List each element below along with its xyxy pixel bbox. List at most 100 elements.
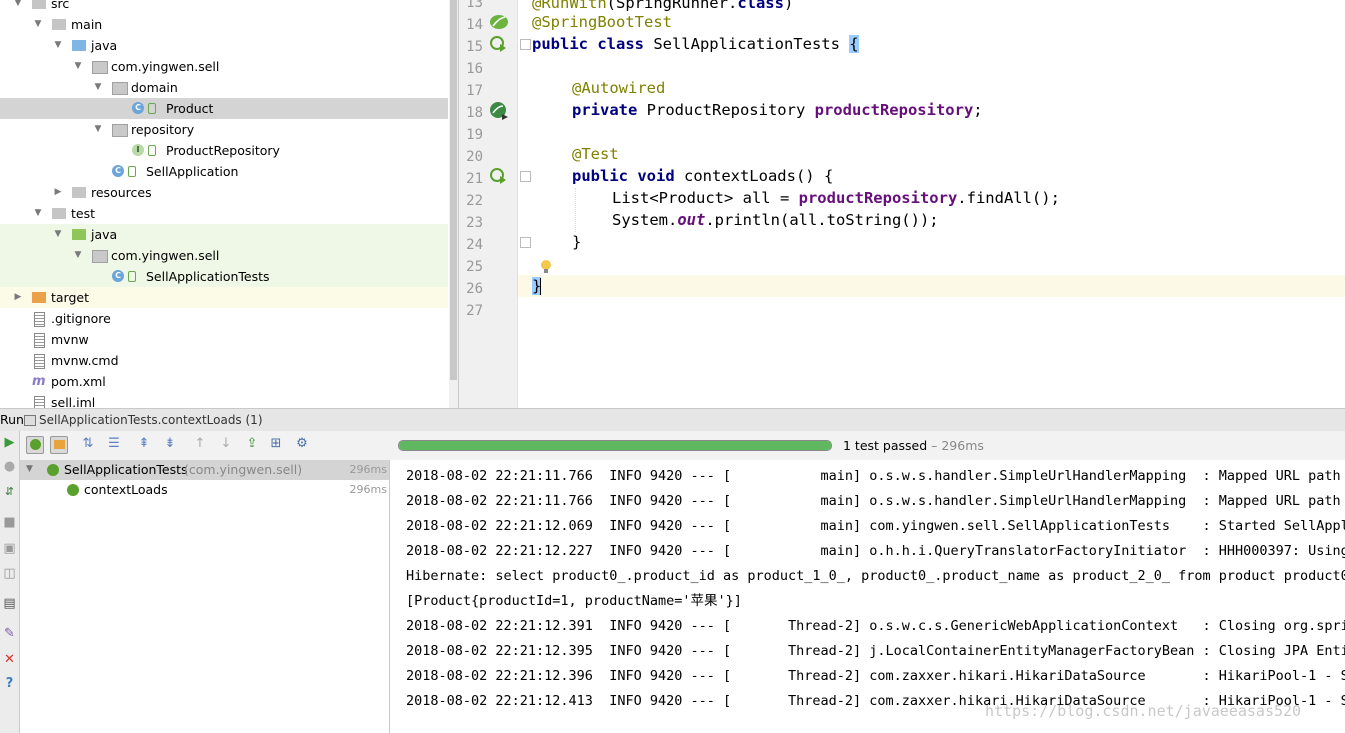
run-test-icon[interactable] (489, 35, 507, 53)
test-progress-bar (398, 440, 832, 451)
line-number: 27 (466, 303, 483, 319)
pin-icon[interactable]: ✎ (0, 626, 19, 641)
pause-icon[interactable]: ■ (0, 515, 19, 530)
test-suite-time: 296ms (349, 463, 387, 476)
test-case-row[interactable]: contextLoads 296ms (20, 480, 389, 500)
spring-leaf-icon[interactable] (488, 12, 510, 32)
tree-item-product[interactable]: C Product (0, 98, 448, 119)
code-line-21[interactable]: public void contextLoads() { (572, 165, 833, 187)
tree-item-repository[interactable]: ▼ repository (0, 119, 448, 140)
chevron-down-icon[interactable]: ▼ (52, 35, 64, 56)
fold-marker[interactable] (520, 39, 531, 50)
tree-item-main[interactable]: ▼ main (0, 14, 448, 35)
autowired-bean-icon[interactable] (488, 100, 510, 120)
tree-item-label: mvnw (51, 332, 89, 347)
layout-icon[interactable]: ▤ (0, 596, 19, 611)
sort-alpha-icon[interactable]: ⇅ (80, 436, 96, 452)
show-ignored-icon[interactable] (50, 436, 68, 454)
export-icon[interactable]: ◫ (0, 566, 19, 581)
code-line-24[interactable]: } (572, 231, 581, 253)
camera-icon[interactable]: ▣ (0, 541, 19, 556)
tree-item-label: pom.xml (51, 374, 106, 389)
console-line: Hibernate: select product0_.product_id a… (406, 568, 1345, 584)
test-case-time: 296ms (349, 483, 387, 496)
run-tab-header: Run SellApplicationTests.contextLoads (1… (0, 408, 1345, 432)
chevron-down-icon[interactable]: ▼ (72, 245, 84, 266)
tree-item-java[interactable]: ▼ java (0, 224, 448, 245)
chevron-right-icon[interactable]: ▶ (52, 182, 64, 203)
code-line-23[interactable]: System.out.println(all.toString()); (612, 209, 939, 231)
tree-item-label: sell.iml (51, 395, 96, 408)
tree-item-target[interactable]: ▶ target (0, 287, 448, 308)
chevron-down-icon[interactable]: ▼ (72, 56, 84, 77)
tree-item-mvnw-cmd[interactable]: mvnw.cmd (0, 350, 448, 371)
tree-item--gitignore[interactable]: .gitignore (0, 308, 448, 329)
code-line-22[interactable]: List<Product> all = productRepository.fi… (612, 187, 1060, 209)
tree-item-label: .gitignore (51, 311, 111, 326)
tree-item-src[interactable]: ▼ src (0, 0, 448, 14)
line-number: 23 (466, 215, 483, 231)
collapse-all-icon[interactable]: ⇟ (162, 436, 178, 452)
tree-item-label: domain (131, 80, 178, 95)
scrollbar-thumb[interactable] (450, 0, 457, 380)
tree-item-java[interactable]: ▼ java (0, 35, 448, 56)
help-icon[interactable]: ? (0, 676, 19, 691)
console-line: 2018-08-02 22:21:12.395 INFO 9420 --- [ … (406, 643, 1345, 659)
test-status-text: 1 test passed (843, 438, 928, 453)
tree-item-sell-iml[interactable]: sell.iml (0, 392, 448, 408)
import-results-icon[interactable]: ⊞ (268, 436, 284, 452)
tree-item-sellapplication[interactable]: C SellApplication (0, 161, 448, 182)
show-passed-icon[interactable] (26, 436, 44, 454)
fold-marker[interactable] (520, 237, 531, 248)
close-icon[interactable]: ✕ (0, 652, 19, 667)
test-suite-package: (com.yingwen.sell) (184, 462, 303, 477)
tree-item-test[interactable]: ▼ test (0, 203, 448, 224)
code-line-14[interactable]: @SpringBootTest (532, 11, 672, 33)
code-line-17[interactable]: @Autowired (572, 77, 665, 99)
tree-item-sellapplicationtests[interactable]: C SellApplicationTests (0, 266, 448, 287)
tree-item-pom-xml[interactable]: m pom.xml (0, 371, 448, 392)
access-icon (148, 145, 156, 156)
stop-icon[interactable]: ● (0, 459, 19, 474)
package-icon (112, 124, 128, 137)
line-number: 14 (466, 17, 483, 33)
tree-item-resources[interactable]: ▶ resources (0, 182, 448, 203)
intention-bulb-icon[interactable] (540, 259, 552, 275)
chevron-down-icon[interactable]: ▼ (12, 0, 24, 14)
chevron-down-icon[interactable]: ▼ (32, 203, 44, 224)
test-passed-icon (47, 464, 59, 476)
tree-item-com-yingwen-sell[interactable]: ▼ com.yingwen.sell (0, 56, 448, 77)
export-results-icon[interactable]: ⇪ (244, 436, 260, 452)
code-line-15[interactable]: public class SellApplicationTests { (532, 33, 859, 55)
test-suite-row[interactable]: ▼ SellApplicationTests (com.yingwen.sell… (20, 460, 389, 480)
chevron-down-icon[interactable]: ▼ (26, 464, 33, 474)
tree-item-productrepository[interactable]: I ProductRepository (0, 140, 448, 161)
rerun-icon[interactable]: ▶ (0, 435, 19, 450)
tree-item-mvnw[interactable]: mvnw (0, 329, 448, 350)
next-test-icon[interactable]: ↓ (218, 436, 234, 452)
tree-item-domain[interactable]: ▼ domain (0, 77, 448, 98)
indent-guide (575, 188, 577, 232)
watermark: https://blog.csdn.net/javaeeasas520 (985, 702, 1302, 720)
chevron-down-icon[interactable]: ▼ (52, 224, 64, 245)
previous-test-icon[interactable]: ↑ (192, 436, 208, 452)
fold-marker[interactable] (520, 171, 531, 182)
code-line-18[interactable]: private ProductRepository productReposit… (572, 99, 983, 121)
tree-item-label: java (91, 227, 118, 242)
run-tab-title[interactable]: SellApplicationTests.contextLoads (1) (39, 409, 263, 431)
project-tree-scrollbar[interactable] (449, 0, 458, 408)
tree-item-com-yingwen-sell[interactable]: ▼ com.yingwen.sell (0, 245, 448, 266)
sort-duration-icon[interactable]: ☰ (106, 436, 122, 452)
settings-gear-icon[interactable]: ⚙ (294, 436, 310, 452)
chevron-right-icon[interactable]: ▶ (12, 287, 24, 308)
chevron-down-icon[interactable]: ▼ (32, 14, 44, 35)
code-line-20[interactable]: @Test (572, 143, 619, 165)
chevron-down-icon[interactable]: ▼ (92, 119, 104, 140)
tree-item-label: repository (131, 122, 195, 137)
chevron-down-icon[interactable]: ▼ (92, 77, 104, 98)
package-icon (92, 61, 108, 74)
rerun-failed-icon[interactable]: ⇵ (0, 485, 19, 498)
access-icon (128, 271, 136, 282)
run-test-icon[interactable] (489, 167, 507, 185)
expand-all-icon[interactable]: ⇞ (136, 436, 152, 452)
